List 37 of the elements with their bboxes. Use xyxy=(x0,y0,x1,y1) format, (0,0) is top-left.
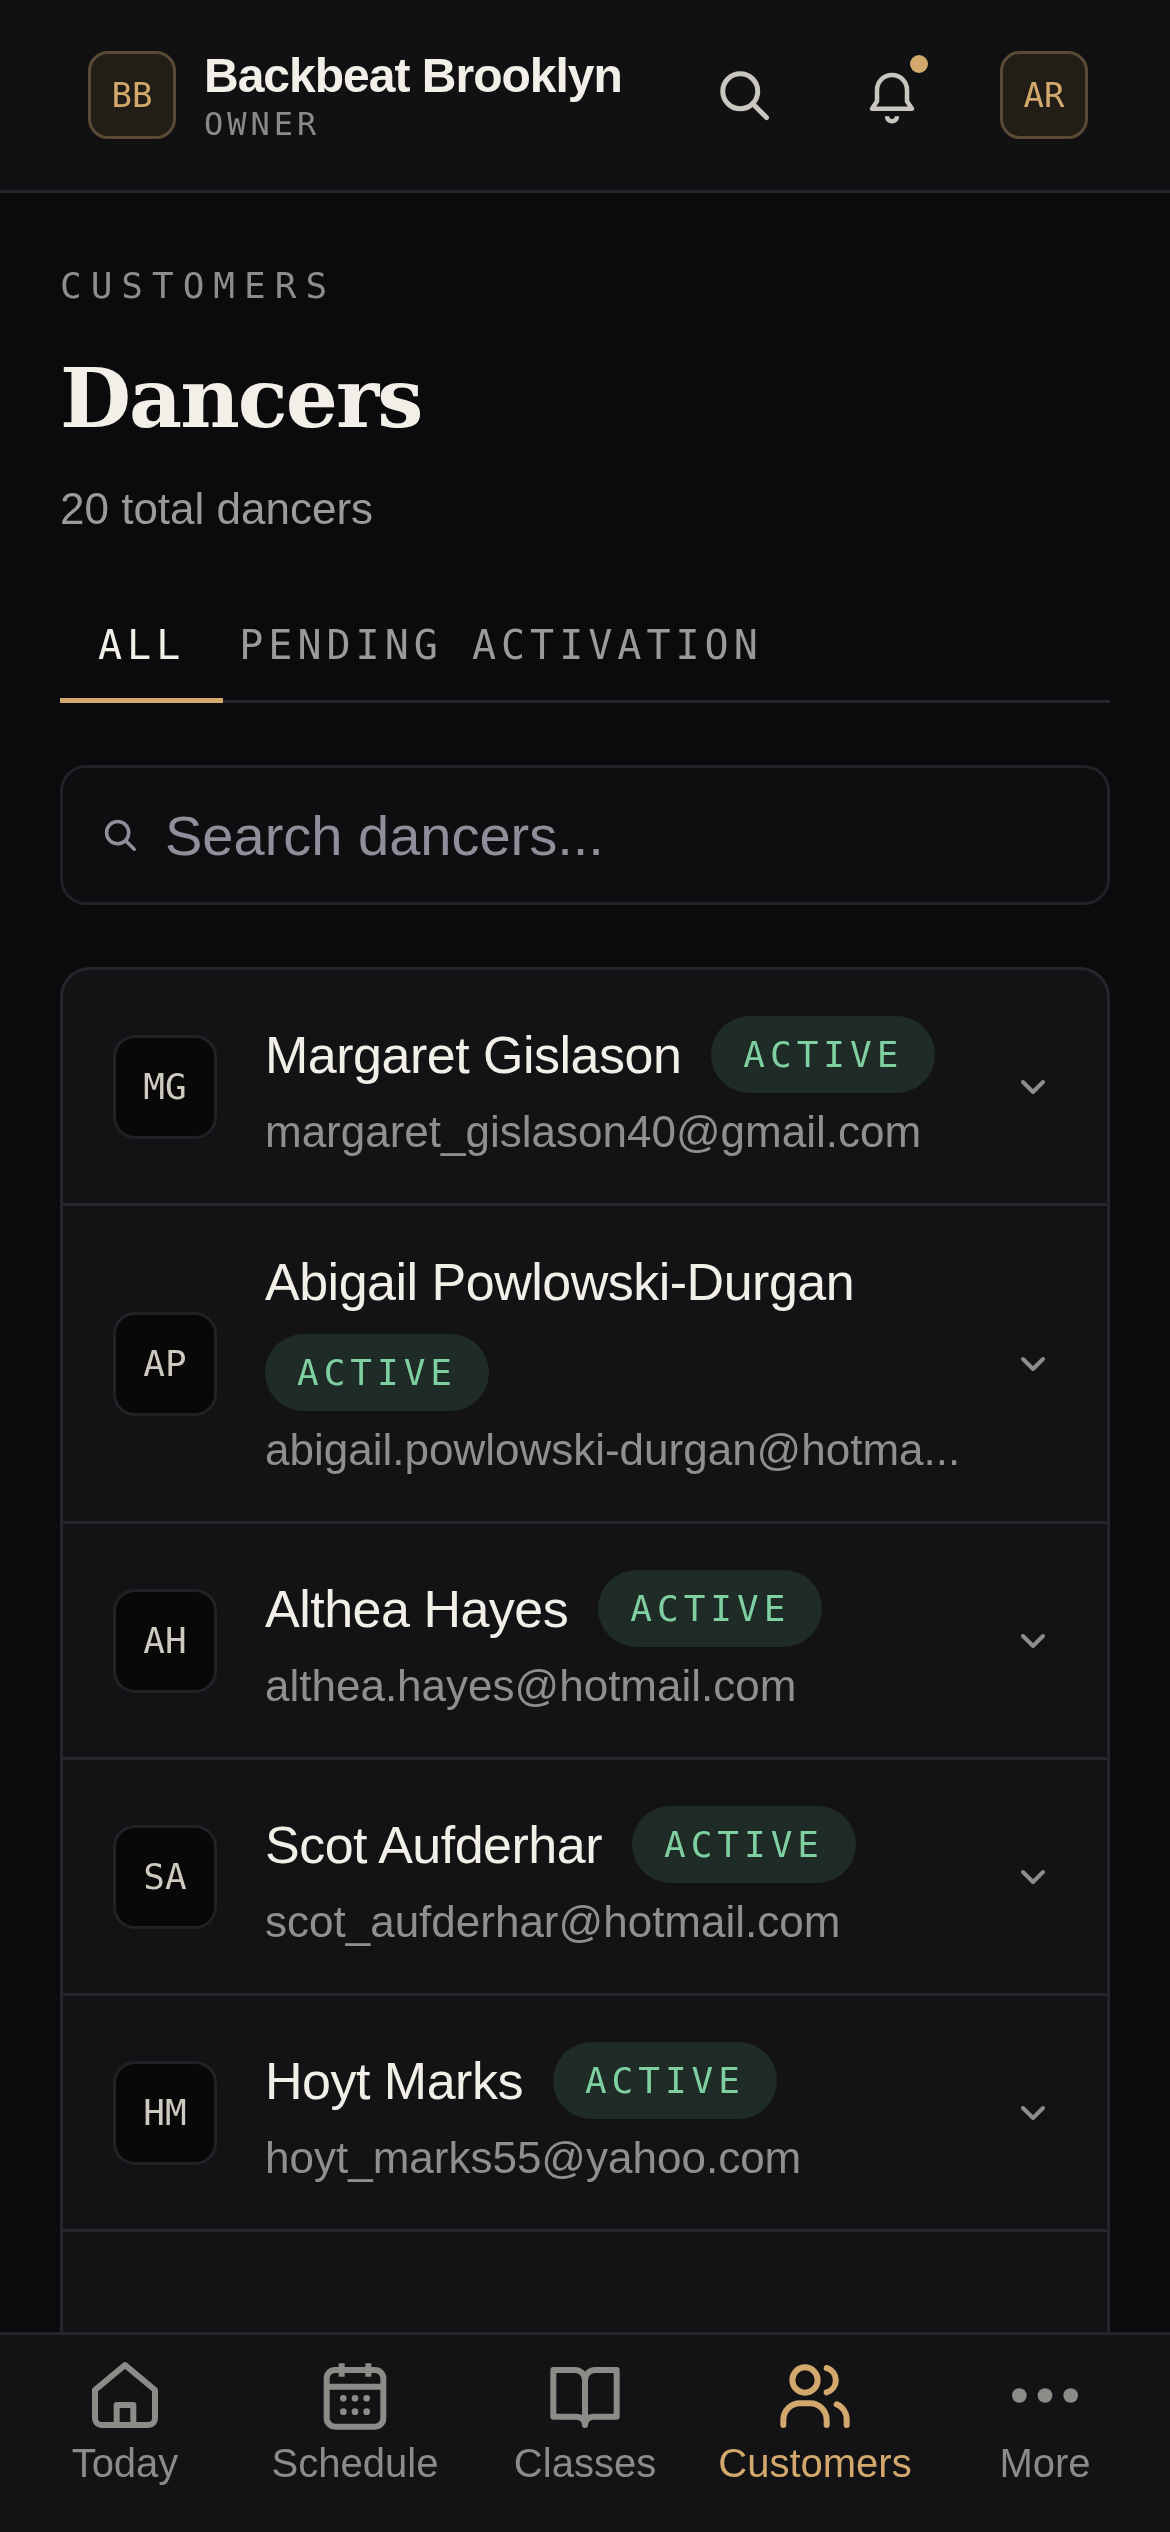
dancer-name: Abigail Powlowski-Durgan xyxy=(265,1252,855,1312)
dancer-avatar: AH xyxy=(113,1588,217,1693)
page-title: Dancers xyxy=(60,350,423,446)
dancer-email: hoyt_marks55@yahoo.com xyxy=(265,2133,803,2183)
dancer-avatar: SA xyxy=(113,1824,217,1929)
dancer-avatar: AP xyxy=(113,1311,217,1416)
nav-tab[interactable]: Classes xyxy=(485,2355,685,2532)
nav-tab[interactable]: More xyxy=(945,2355,1145,2532)
dancer-count: 20 total dancers xyxy=(60,484,375,534)
nav-tab[interactable]: Schedule xyxy=(255,2355,455,2532)
filter-tab[interactable]: PENDING ACTIVATION xyxy=(239,622,801,703)
section-label: CUSTOMERS xyxy=(60,265,338,306)
nav-tab[interactable]: Customers xyxy=(715,2355,915,2532)
user-avatar[interactable]: AR xyxy=(1000,51,1088,139)
studio-avatar[interactable]: BB xyxy=(88,51,176,139)
role-label: OWNER xyxy=(204,104,322,143)
nav-tab[interactable]: Today xyxy=(25,2355,225,2532)
dancer-name: Hoyt Marks xyxy=(265,2050,523,2111)
search-field[interactable]: Search dancers... xyxy=(60,765,1110,905)
status-badge: ACTIVE xyxy=(598,1570,823,1647)
dancer-email: margaret_gislason40@gmail.com xyxy=(265,1107,923,1157)
search-input[interactable]: Search dancers... xyxy=(163,801,1069,869)
more-icon xyxy=(1012,2387,1078,2403)
dancer-email: scot_aufderhar@hotmail.com xyxy=(265,1897,842,1947)
dancer-email: abigail.powlowski-durgan@hotma... xyxy=(265,1425,962,1475)
status-badge: ACTIVE xyxy=(265,1334,490,1411)
status-badge: ACTIVE xyxy=(711,1016,936,1093)
status-badge: ACTIVE xyxy=(632,1806,857,1883)
dancer-avatar: HM xyxy=(113,2060,217,2165)
dancer-email: althea.hayes@hotmail.com xyxy=(265,1661,798,1711)
dancer-name: Margaret Gislason xyxy=(265,1024,682,1085)
studio-name: Backbeat Brooklyn xyxy=(204,47,623,103)
status-badge: ACTIVE xyxy=(552,2042,777,2119)
dancer-name: Althea Hayes xyxy=(265,1578,569,1639)
dancer-name: Scot Aufderhar xyxy=(265,1814,602,1875)
dancer-avatar: MG xyxy=(113,1034,217,1139)
filter-tab[interactable]: ALL xyxy=(60,622,224,703)
